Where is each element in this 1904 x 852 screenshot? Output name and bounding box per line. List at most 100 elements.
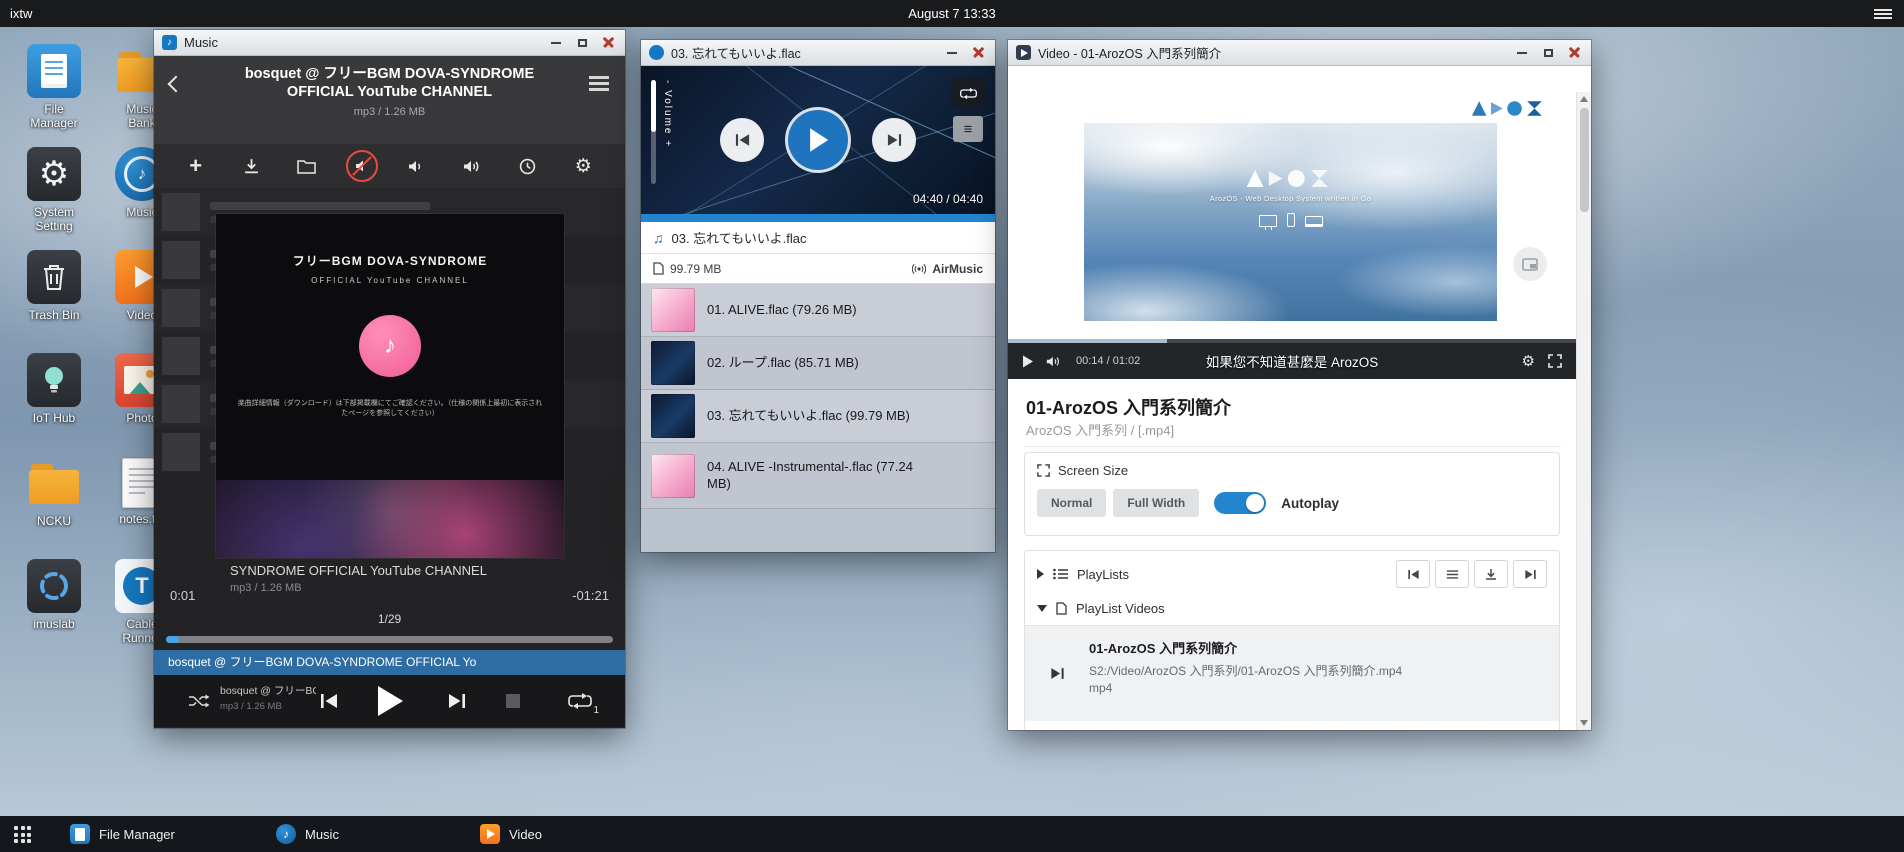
volume-icon[interactable] <box>1046 355 1063 368</box>
settings-gear-icon[interactable]: ⚙ <box>568 151 598 181</box>
desktop-icon-iot-hub[interactable]: IoT Hub <box>10 353 98 456</box>
close-button[interactable] <box>1567 46 1581 60</box>
add-icon[interactable]: + <box>181 151 211 181</box>
next-track-button[interactable] <box>872 118 916 162</box>
album-cover <box>651 394 695 438</box>
broadcast-icon <box>912 262 926 276</box>
selected-track-row[interactable]: bosquet @ フリーBGM DOVA-SYNDROME OFFICIAL … <box>154 650 625 675</box>
album-cover <box>651 288 695 332</box>
maximize-button[interactable] <box>1541 46 1555 60</box>
skip-to-end-button[interactable] <box>1513 560 1547 588</box>
video-surface[interactable]: ArozOS - Web Desktop System written in G… <box>1084 123 1497 321</box>
maximize-button[interactable] <box>575 36 589 50</box>
album-art-photo-band <box>216 480 564 558</box>
scroll-up-icon[interactable] <box>1580 96 1588 102</box>
skip-to-start-button[interactable] <box>1396 560 1430 588</box>
autoplay-label: Autoplay <box>1281 496 1339 511</box>
playlist-item[interactable]: 03. 忘れてもいいよ.flac (99.79 MB) <box>641 390 995 443</box>
apps-menu-icon[interactable] <box>14 826 31 843</box>
hamburger-menu-icon[interactable] <box>589 76 609 79</box>
flac-window-titlebar[interactable]: 03. 忘れてもいいよ.flac <box>641 40 995 66</box>
previous-track-button[interactable] <box>720 118 764 162</box>
expand-caret-icon[interactable] <box>1037 605 1047 612</box>
taskbar-item-file-manager[interactable]: File Manager <box>70 816 175 852</box>
taskbar-item-music[interactable]: ♪ Music <box>276 816 339 852</box>
playlist-list-button[interactable] <box>1435 560 1469 588</box>
close-button[interactable] <box>601 36 615 50</box>
playlist-item[interactable]: 02. ループ.flac (85.71 MB) <box>641 337 995 390</box>
volume-low-icon[interactable] <box>402 151 432 181</box>
video-subtitle: 如果您不知道甚麼是 ArozOS <box>1206 351 1379 371</box>
shuffle-icon[interactable] <box>188 694 210 709</box>
playlist-video-item[interactable]: 01-ArozOS 入門系列簡介 S2:/Video/ArozOS 入門系列/0… <box>1025 625 1559 721</box>
playlist-item[interactable]: 01. ALIVE.flac (79.26 MB) <box>641 284 995 337</box>
scrollbar[interactable] <box>1576 92 1591 730</box>
music-track-header: bosquet @ フリーBGM DOVA-SYNDROME OFFICIAL … <box>154 56 625 144</box>
history-clock-icon[interactable] <box>513 151 543 181</box>
music-transport-bar: bosquet @ フリーBGM DOVA-SYNDROM mp3 / 1.26… <box>154 675 625 727</box>
music-window-title: Music <box>184 35 218 50</box>
minimize-button[interactable] <box>945 46 959 60</box>
play-icon[interactable] <box>1022 355 1033 368</box>
video-settings-icon[interactable]: ⚙ <box>1522 352 1535 370</box>
flac-player-artwork: - Volume + ≡ 04:40 / 04:40 <box>641 66 995 214</box>
minimize-button[interactable] <box>549 36 563 50</box>
mute-icon[interactable] <box>347 151 377 181</box>
time-row: 0:01 -01:21 <box>170 588 609 603</box>
autoplay-toggle[interactable] <box>1214 492 1266 514</box>
play-icon[interactable] <box>376 685 404 717</box>
picture-in-picture-button[interactable] <box>1513 247 1547 281</box>
track-index: 1/29 <box>154 612 625 626</box>
video-window-body: ArozOS - Web Desktop System written in G… <box>1008 66 1591 730</box>
music-window-titlebar[interactable]: ♪ Music <box>154 30 625 56</box>
music-toolbar: + ⚙ <box>154 144 625 188</box>
loop-icon[interactable] <box>951 78 985 108</box>
download-icon[interactable] <box>236 151 266 181</box>
next-track-icon[interactable] <box>448 693 466 710</box>
previous-track-icon[interactable] <box>320 693 338 710</box>
video-window-titlebar[interactable]: Video - 01-ArozOS 入門系列簡介 <box>1008 40 1591 66</box>
laptop-icon <box>1305 216 1323 227</box>
file-icon <box>1056 602 1067 615</box>
flac-player-window: 03. 忘れてもいいよ.flac - Volume + ≡ <box>641 40 995 552</box>
stop-icon[interactable] <box>506 694 520 708</box>
hostname-label: ixtw <box>10 6 32 21</box>
back-icon[interactable] <box>168 76 185 93</box>
scroll-down-icon[interactable] <box>1580 720 1588 726</box>
desktop-icon-imuslab[interactable]: imuslab <box>10 559 98 662</box>
scrollbar-thumb[interactable] <box>1580 108 1589 212</box>
full-width-button[interactable]: Full Width <box>1113 489 1199 517</box>
topbar-menu-icon[interactable] <box>1874 9 1892 11</box>
collapse-caret-icon[interactable] <box>1037 569 1044 579</box>
playlist-videos-header[interactable]: PlayList Videos <box>1025 597 1559 625</box>
album-cover <box>651 454 695 498</box>
music-note-icon: ♫ <box>653 230 664 246</box>
fullscreen-icon[interactable] <box>1548 354 1562 368</box>
minimize-button[interactable] <box>1515 46 1529 60</box>
file-manager-icon <box>27 44 81 98</box>
taskbar-item-video[interactable]: Video <box>480 816 542 852</box>
repeat-one-icon[interactable]: 1 <box>568 692 592 710</box>
flac-seek-bar[interactable] <box>641 214 995 222</box>
close-button[interactable] <box>971 46 985 60</box>
lightbulb-icon <box>27 353 81 407</box>
item-path: S2:/Video/ArozOS 入門系列/01-ArozOS 入門系列簡介.m… <box>1089 664 1402 678</box>
desktop-icon-ncku[interactable]: NCKU <box>10 456 98 559</box>
download-video-button[interactable] <box>1474 560 1508 588</box>
volume-high-icon[interactable] <box>458 151 488 181</box>
open-folder-icon[interactable] <box>291 151 321 181</box>
desktop-icon-system-setting[interactable]: ⚙ System Setting <box>10 147 98 250</box>
play-button[interactable] <box>788 110 848 170</box>
desktop-screen: ixtw August 7 13:33 File Manager Music B… <box>0 0 1904 852</box>
monitor-icon <box>1259 215 1277 227</box>
normal-size-button[interactable]: Normal <box>1037 489 1106 517</box>
playlists-header[interactable]: PlayLists <box>1025 551 1559 597</box>
desktop-icon-file-manager[interactable]: File Manager <box>10 44 98 147</box>
album-art-caption: 楽曲詳細情報（ダウンロード）は下部掲載欄にてご確認ください。（仕様の関係上最初に… <box>237 399 543 419</box>
seek-bar[interactable] <box>166 636 613 643</box>
file-info-row: 99.79 MB AirMusic <box>641 254 995 284</box>
desktop-icon-trash-bin[interactable]: Trash Bin <box>10 250 98 353</box>
playlist-item[interactable]: 04. ALIVE -Instrumental-.flac (77.24 MB) <box>641 443 995 509</box>
album-art: フリーBGM DOVA-SYNDROME OFFICIAL YouTube CH… <box>216 214 564 558</box>
video-title: 01-ArozOS 入門系列簡介 <box>1026 394 1231 420</box>
